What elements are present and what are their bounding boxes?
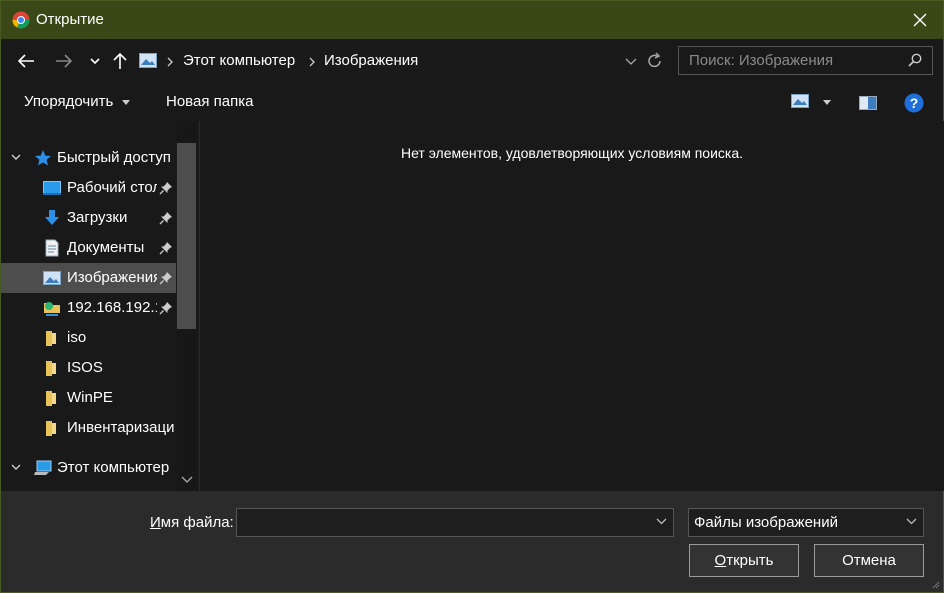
pin-icon — [159, 212, 172, 225]
arrow-up-icon — [113, 52, 127, 69]
svg-text:?: ? — [910, 95, 919, 111]
nav-label: Документы — [67, 239, 145, 256]
nav-item-downloads[interactable]: Загрузки — [1, 203, 176, 233]
close-button[interactable] — [897, 1, 943, 39]
filename-label: Имя файла: — [150, 514, 234, 531]
scroll-thumb[interactable] — [177, 143, 196, 329]
download-icon — [45, 210, 59, 225]
breadcrumb-pictures[interactable]: Изображения — [324, 52, 418, 69]
cancel-button[interactable]: Отмена — [814, 544, 924, 577]
chevron-down-icon[interactable] — [656, 518, 667, 525]
nav-this-pc[interactable]: Этот компьютер — [1, 453, 176, 483]
filetype-select[interactable]: Файлы изображений — [688, 508, 924, 537]
search-icon[interactable] — [908, 53, 922, 67]
filename-label-accel: И — [150, 514, 161, 531]
nav-scrollbar[interactable] — [177, 121, 197, 491]
window-title: Открытие — [36, 11, 104, 28]
pin-icon — [159, 242, 172, 255]
resize-grip-icon[interactable] — [930, 579, 940, 589]
title-bar: Открытие — [1, 1, 943, 39]
open-button[interactable]: Открыть — [689, 544, 799, 577]
folder-icon — [46, 391, 56, 406]
organize-label: Упорядочить — [24, 93, 114, 110]
view-icon — [791, 94, 809, 108]
preview-pane-icon[interactable] — [859, 96, 877, 110]
view-options-button[interactable] — [791, 94, 835, 112]
address-bar-row: Этот компьютер Изображения Поиск: Изобра… — [1, 39, 943, 83]
nav-quick-access[interactable]: Быстрый доступ — [1, 143, 176, 173]
chevron-right-icon — [167, 57, 173, 67]
navigation-pane: Быстрый доступ Рабочий стол Загрузки Док… — [1, 121, 199, 491]
search-placeholder: Поиск: Изображения — [689, 52, 834, 69]
new-folder-button[interactable]: Новая папка — [166, 93, 253, 110]
file-list[interactable]: Нет элементов, удовлетворяющих условиям … — [199, 121, 944, 491]
open-label-rest: ткрыть — [726, 552, 774, 569]
pin-icon — [159, 272, 172, 285]
nav-item-documents[interactable]: Документы — [1, 233, 176, 263]
empty-message: Нет элементов, удовлетворяющих условиям … — [400, 145, 744, 161]
star-icon — [35, 150, 51, 166]
pin-icon — [159, 182, 172, 195]
arrow-left-icon — [17, 54, 34, 68]
filename-label-rest: мя файла: — [160, 514, 234, 531]
filename-input[interactable] — [236, 508, 674, 537]
arrow-right-icon — [56, 54, 73, 68]
caret-down-icon — [823, 100, 831, 105]
folder-icon — [46, 361, 56, 376]
nav-item-isos[interactable]: ISOS — [1, 353, 176, 383]
nav-label-this-pc: Этот компьютер — [57, 459, 170, 476]
open-dialog: Открытие Этот компьютер Изображения Поис… — [0, 0, 944, 593]
breadcrumb-this-pc[interactable]: Этот компьютер — [183, 52, 295, 69]
nav-label: Инвентаризаци — [67, 419, 175, 436]
help-icon[interactable]: ? — [904, 93, 924, 113]
nav-label: ISOS — [67, 359, 103, 376]
command-bar: Упорядочить Новая папка ? — [1, 83, 943, 121]
nav-label: Изображения — [67, 269, 157, 286]
up-button[interactable] — [108, 49, 132, 73]
nav-label: WinPE — [67, 389, 113, 406]
network-folder-icon — [44, 302, 60, 316]
chevron-down-icon[interactable] — [10, 151, 22, 163]
scroll-down-icon[interactable] — [181, 476, 193, 484]
nav-item-pictures[interactable]: Изображения — [1, 263, 176, 293]
address-box[interactable]: Этот компьютер Изображения — [134, 47, 670, 76]
organize-button[interactable]: Упорядочить — [24, 93, 131, 110]
chevron-down-icon[interactable] — [10, 461, 22, 473]
file-name-panel: Имя файла: Файлы изображений Открыть Отм… — [1, 491, 943, 592]
chrome-icon — [12, 11, 30, 29]
chevron-right-icon — [309, 57, 315, 67]
chevron-down-icon — [90, 58, 100, 65]
nav-label: Загрузки — [67, 209, 128, 226]
search-input[interactable]: Поиск: Изображения — [678, 46, 933, 75]
filetype-value: Файлы изображений — [694, 514, 838, 531]
nav-item-winpe[interactable]: WinPE — [1, 383, 176, 413]
chevron-down-icon — [906, 518, 917, 525]
pictures-icon — [43, 271, 61, 285]
nav-label: Рабочий стол — [67, 179, 157, 196]
open-accel: О — [714, 552, 727, 569]
computer-icon — [34, 460, 52, 475]
nav-item-desktop[interactable]: Рабочий стол — [1, 173, 176, 203]
desktop-icon — [43, 181, 61, 195]
close-icon — [913, 13, 927, 27]
recent-locations-button[interactable] — [83, 49, 107, 73]
back-button[interactable] — [14, 49, 38, 73]
folder-icon — [46, 421, 56, 436]
nav-item-network-share[interactable]: 192.168.192.1 — [1, 293, 176, 323]
refresh-icon[interactable] — [647, 52, 663, 70]
caret-down-icon — [122, 99, 131, 105]
folder-icon — [46, 331, 56, 346]
nav-item-iso[interactable]: iso — [1, 323, 176, 353]
nav-label: iso — [67, 329, 87, 346]
forward-button[interactable] — [52, 49, 76, 73]
pin-icon — [159, 302, 172, 315]
nav-item-inventory[interactable]: Инвентаризаци — [1, 413, 176, 443]
nav-label: 192.168.192.1 — [67, 299, 157, 316]
nav-label-quick-access: Быстрый доступ — [57, 149, 171, 166]
document-icon — [45, 239, 59, 257]
address-dropdown-icon[interactable] — [625, 58, 637, 66]
pictures-icon — [139, 53, 157, 68]
